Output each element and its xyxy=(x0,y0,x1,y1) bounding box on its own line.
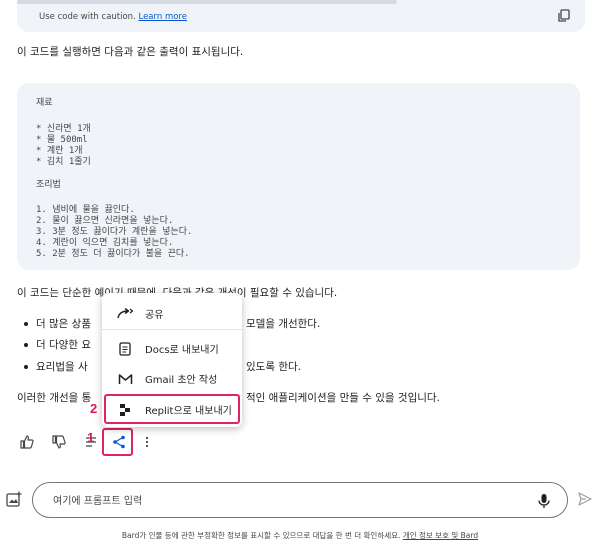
upload-image-icon[interactable] xyxy=(6,491,22,507)
thumbs-up-button[interactable] xyxy=(17,432,37,452)
output-intro-text: 이 코드를 실행하면 다음과 같은 출력이 표시됩니다. xyxy=(17,46,244,58)
step-2-label: 2 xyxy=(90,401,98,416)
docs-icon xyxy=(111,341,139,356)
menu-item-label: Gmail 초안 작성 xyxy=(145,375,218,386)
bullet-text-right: 있도록 한다. xyxy=(246,361,301,373)
bullet-text-left: 요리법을 사 xyxy=(36,361,88,373)
menu-item-gmail-draft[interactable]: Gmail 초안 작성 xyxy=(102,364,242,393)
disclaimer-footer: Bard가 인물 등에 관한 부정확한 정보를 표시할 수 있으므로 대답을 한… xyxy=(0,530,600,541)
menu-divider xyxy=(102,329,242,330)
learn-more-link[interactable]: Learn more xyxy=(138,12,186,22)
code-caution-text: Use code with caution. Learn more xyxy=(39,12,187,22)
step-1-label: 1 xyxy=(87,430,95,445)
thumbs-up-icon xyxy=(20,435,34,449)
menu-item-label: 공유 xyxy=(145,310,164,321)
code-line: 조리법 xyxy=(36,180,61,190)
bullet-text-left: 더 많은 상품 xyxy=(36,318,91,330)
closing-text-left: 이러한 개선을 통 xyxy=(17,392,92,404)
horizontal-scrollbar[interactable] xyxy=(17,0,397,4)
share-button-highlight xyxy=(102,428,133,456)
prompt-input[interactable] xyxy=(53,492,493,510)
microphone-icon[interactable] xyxy=(537,493,551,509)
gmail-icon xyxy=(111,373,139,385)
code-line: 재료 xyxy=(36,98,53,108)
bullet-dot xyxy=(24,365,28,369)
menu-item-docs-export[interactable]: Docs로 내보내기 xyxy=(102,334,242,363)
list-item: 더 많은 상품 xyxy=(24,316,91,331)
caution-label: Use code with caution. xyxy=(39,12,136,22)
bullet-dot xyxy=(24,343,28,347)
share-arrow-icon xyxy=(111,307,139,320)
menu-item-label: Docs로 내보내기 xyxy=(145,345,219,356)
list-item: 더 다양한 요 xyxy=(24,337,91,352)
list-item: 요리법을 사 xyxy=(24,359,88,374)
more-vert-icon xyxy=(145,436,149,448)
menu-item-share[interactable]: 공유 xyxy=(102,299,242,328)
more-options-button[interactable] xyxy=(137,432,157,452)
response-actions xyxy=(17,432,177,456)
privacy-link[interactable]: 개인 정보 보호 및 Bard xyxy=(403,531,478,540)
thumbs-down-button[interactable] xyxy=(49,432,69,452)
copy-icon[interactable] xyxy=(557,9,571,23)
code-line: * 김치 1줄기 xyxy=(36,157,91,167)
bullet-dot xyxy=(24,322,28,326)
code-output-block: 재료 * 신라면 1개 * 물 500ml * 계란 1개 * 김치 1줄기 조… xyxy=(17,83,580,270)
code-footer-bar: Use code with caution. Learn more xyxy=(17,0,585,32)
prompt-box[interactable] xyxy=(32,482,568,518)
disclaimer-text: Bard가 인물 등에 관한 부정확한 정보를 표시할 수 있으므로 대답을 한… xyxy=(121,531,401,540)
bullet-text-right: 모델을 개선한다. xyxy=(246,318,321,330)
thumbs-down-icon xyxy=(52,435,66,449)
code-line: 5. 2분 정도 더 끓이다가 불을 끈다. xyxy=(36,249,190,259)
share-menu: 공유 Docs로 내보내기 Gmail 초안 작성 Replit으로 내보내기 xyxy=(102,293,242,427)
prompt-area xyxy=(0,480,600,520)
bullet-text-left: 더 다양한 요 xyxy=(36,339,91,351)
closing-text-right: 적인 애플리케이션을 만들 수 있을 것입니다. xyxy=(246,392,440,404)
replit-item-highlight xyxy=(104,394,240,424)
send-icon[interactable] xyxy=(578,492,592,506)
